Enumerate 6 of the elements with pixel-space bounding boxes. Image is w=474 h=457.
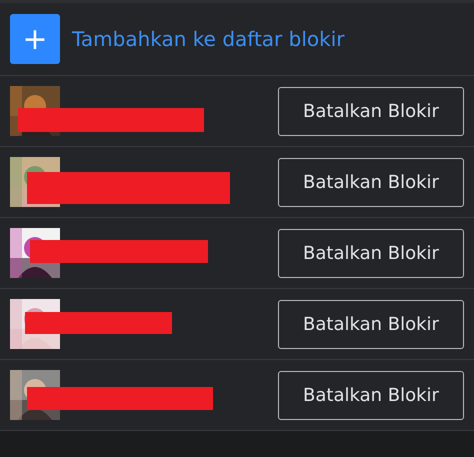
unblock-button[interactable]: Batalkan Blokir xyxy=(278,158,464,206)
unblock-button[interactable]: Batalkan Blokir xyxy=(278,300,464,348)
unblock-button[interactable]: Batalkan Blokir xyxy=(278,86,464,136)
unblock-button[interactable]: Batalkan Blokir xyxy=(278,228,464,278)
add-to-blocklist-link[interactable]: Tambahkan ke daftar blokir xyxy=(72,27,344,51)
unblock-button[interactable]: Batalkan Blokir xyxy=(278,370,464,420)
